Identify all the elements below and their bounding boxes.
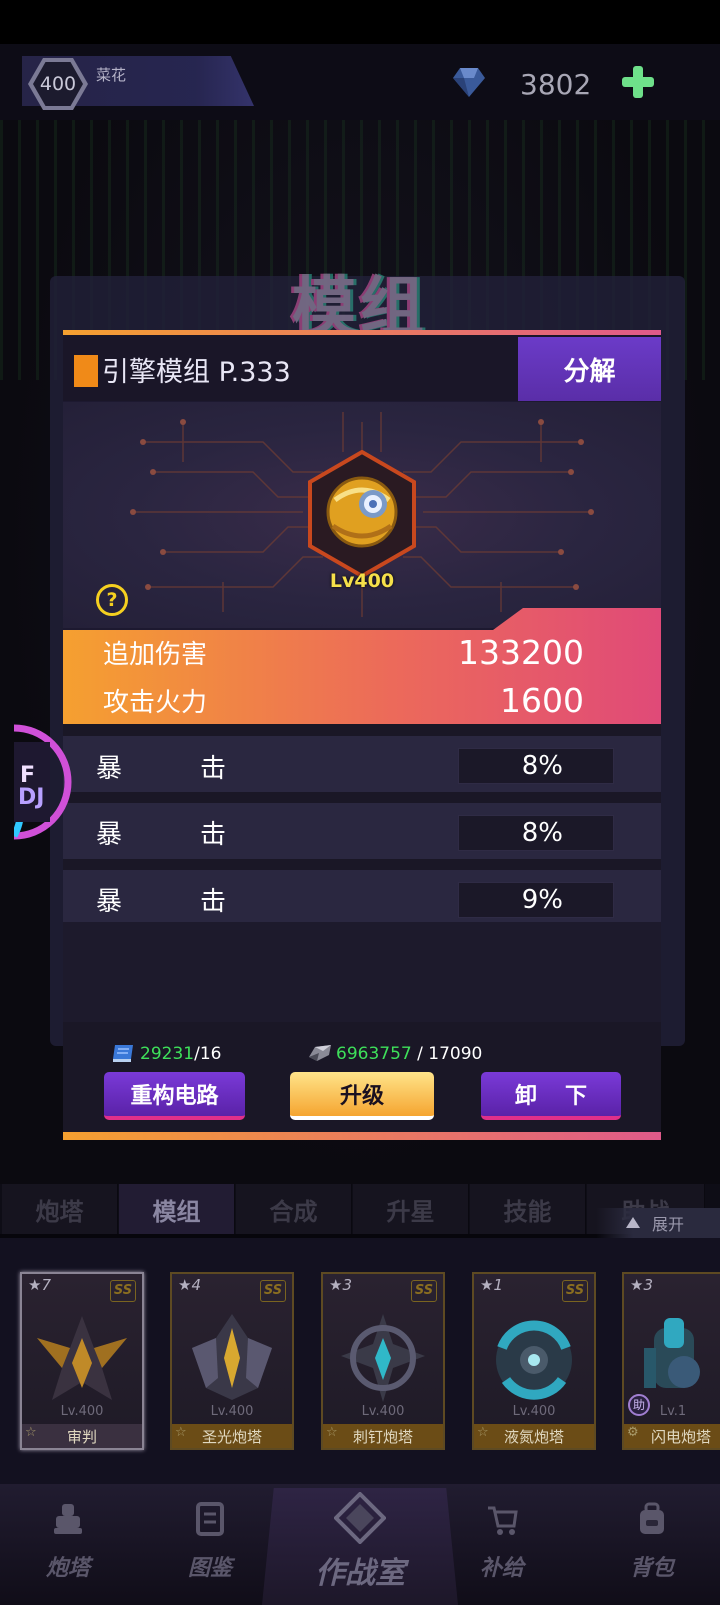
empty-stat-area: [63, 922, 661, 1022]
lightning-turret-icon: [644, 1318, 700, 1388]
book-need: /16: [194, 1044, 222, 1064]
card-stars: ★3: [630, 1276, 653, 1294]
ore-icon: [309, 1045, 331, 1061]
engine-module-icon: [308, 450, 416, 578]
nav-turret[interactable]: 炮塔: [8, 1488, 128, 1605]
row-gap: [63, 724, 661, 736]
sub-stat-label: 击: [200, 887, 227, 917]
card-level: Lv.400: [512, 1404, 556, 1419]
battle-room-icon: [334, 1492, 386, 1544]
card-stars: ★7: [28, 1276, 51, 1294]
add-gems-button[interactable]: [620, 64, 656, 100]
card-name: 圣光炮塔: [201, 1428, 262, 1446]
stat-label-extra-damage: 追加伤害: [103, 640, 208, 670]
tab-skills[interactable]: 技能: [470, 1184, 586, 1234]
card-level: Lv.400: [361, 1404, 405, 1419]
tab-synthesis[interactable]: 合成: [236, 1184, 352, 1234]
backpack-icon: [640, 1502, 664, 1534]
rarity-marker: [74, 355, 98, 387]
card-stars: ★3: [329, 1276, 352, 1294]
ore-resource: 6963757 / 17090: [336, 1044, 482, 1064]
cart-icon: [488, 1506, 518, 1535]
stat-value-attack-power: 1600: [500, 681, 584, 720]
sub-stat-value: 8%: [458, 748, 614, 784]
liquid-nitrogen-turret-icon: [496, 1320, 572, 1400]
expand-label: 展开: [652, 1215, 685, 1234]
decompose-button[interactable]: 分解: [518, 337, 661, 401]
status-bar: [0, 0, 720, 44]
card-level: Lv.400: [210, 1404, 254, 1419]
tab-module[interactable]: 模组: [119, 1184, 235, 1234]
nav-label: 炮塔: [45, 1556, 90, 1581]
nav-codex[interactable]: 图鉴: [150, 1488, 270, 1605]
turret-card[interactable]: ★7 SS Lv.400 ☆ 审判: [20, 1272, 144, 1450]
turret-card[interactable]: ★3 助 Lv.1 ⚙ 闪电炮塔: [622, 1272, 720, 1450]
card-grade: SS: [110, 1280, 136, 1302]
sub-stat-label: 暴: [96, 820, 123, 850]
sub-stat-label: 暴: [96, 754, 123, 784]
card-grade: SS: [260, 1280, 286, 1302]
nav-battle-room[interactable]: 作战室: [262, 1548, 458, 1592]
turret-card[interactable]: ★4 SS Lv.400 ☆ 圣光炮塔: [170, 1272, 294, 1450]
card-grade: SS: [562, 1280, 588, 1302]
player-name: 菜花: [96, 66, 127, 84]
module-title: 引擎模组 P.333: [102, 357, 291, 388]
codex-icon: [196, 1502, 224, 1536]
ore-have: 6963757: [336, 1044, 412, 1064]
upgrade-button[interactable]: 升级: [290, 1072, 434, 1120]
card-stars: ★1: [480, 1276, 503, 1294]
tab-turret[interactable]: 炮塔: [2, 1184, 118, 1234]
sub-stat-value: 9%: [458, 882, 614, 918]
sub-stat-label: 击: [200, 820, 227, 850]
judgment-turret-icon: [37, 1316, 127, 1400]
nav-supply[interactable]: 补给: [442, 1488, 562, 1605]
floating-assistant-icon[interactable]: F DJ: [14, 722, 74, 842]
turret-card[interactable]: ★1 SS Lv.400 ☆ 液氮炮塔: [472, 1272, 596, 1450]
nav-backpack[interactable]: 背包: [592, 1488, 712, 1605]
card-level: Lv.1: [659, 1404, 687, 1419]
unload-button[interactable]: 卸下: [481, 1072, 621, 1120]
turret-icon: [54, 1504, 82, 1534]
card-stars: ★4: [178, 1276, 201, 1294]
card-grade: SS: [411, 1280, 437, 1302]
stat-value-extra-damage: 133200: [458, 633, 584, 672]
holy-light-turret-icon: [192, 1314, 272, 1400]
gem-count: 3802: [520, 68, 592, 101]
spike-turret-icon: [341, 1314, 425, 1402]
book-resource: 29231/16: [140, 1044, 221, 1064]
top-bar: 400 菜花 3802: [0, 44, 720, 120]
card-name: 闪电炮塔: [650, 1428, 711, 1446]
sub-stat-label: 暴: [96, 887, 123, 917]
book-have: 29231: [140, 1044, 195, 1064]
rebuild-circuit-button[interactable]: 重构电路: [104, 1072, 245, 1120]
tab-star-up[interactable]: 升星: [353, 1184, 469, 1234]
svg-text:DJ: DJ: [18, 785, 44, 810]
ore-need: / 17090: [411, 1044, 483, 1064]
card-level: Lv.400: [60, 1404, 104, 1419]
stat-label-attack-power: 攻击火力: [103, 688, 208, 718]
card-name: 刺钉炮塔: [352, 1428, 413, 1446]
nav-label: 背包: [629, 1556, 674, 1581]
expand-button[interactable]: 展开: [596, 1208, 720, 1238]
turret-card[interactable]: ★3 SS Lv.400 ☆ 刺钉炮塔: [321, 1272, 445, 1450]
card-name: 液氮炮塔: [503, 1428, 564, 1446]
sub-stat-label: 击: [200, 754, 227, 784]
gem-icon: [453, 68, 485, 97]
circuit-book-icon: [113, 1045, 133, 1062]
card-name: 审判: [66, 1428, 97, 1446]
module-level: Lv400: [329, 570, 395, 592]
nav-label: 补给: [479, 1556, 524, 1581]
popup-bottom-border: [63, 1132, 661, 1140]
sub-stat-value: 8%: [458, 815, 614, 851]
nav-label: 图鉴: [187, 1556, 232, 1581]
